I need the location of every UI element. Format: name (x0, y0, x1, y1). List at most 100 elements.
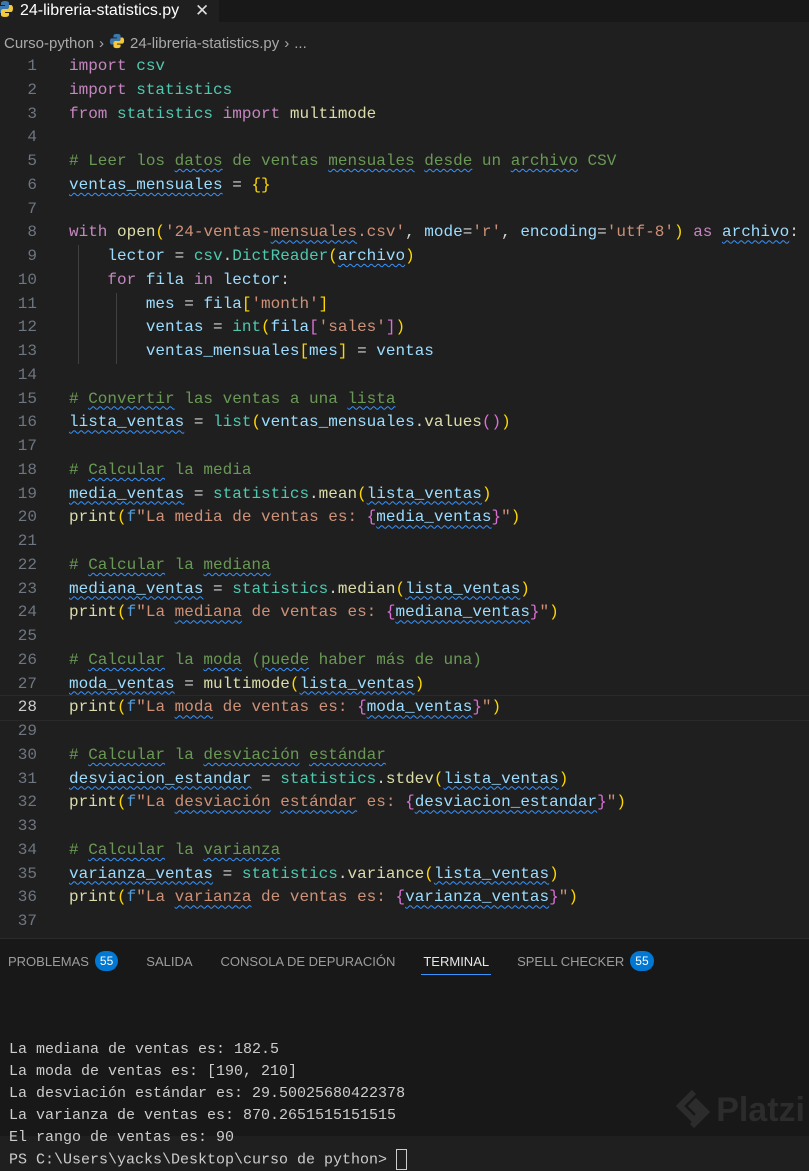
code-line[interactable]: 34 # Calcular la varianza (0, 839, 809, 863)
code-token: print (69, 888, 118, 907)
code-token: CSV (577, 152, 617, 170)
breadcrumb-more[interactable]: ... (294, 35, 307, 52)
code-token: ] (318, 294, 329, 313)
terminal-output[interactable]: La mediana de ventas es: 182.5 La moda de… (0, 983, 809, 1171)
code-line[interactable]: 8 with open('24-ventas-mensuales.csv', mo… (0, 221, 809, 245)
line-number: 37 (17, 912, 37, 930)
code-line[interactable]: 9 lector = csv.DictReader(archivo) (0, 245, 809, 269)
code-line[interactable]: 3 from statistics import multimode (0, 103, 809, 127)
code-token: ] (385, 318, 396, 337)
code-token: varianza (203, 840, 281, 859)
panel-tab-salida[interactable]: SALIDA (146, 939, 192, 983)
code-token: lista_ventas (443, 769, 559, 788)
code-text: import statistics (69, 79, 232, 103)
code-token: moda_ventas (69, 674, 175, 693)
code-line[interactable]: 24 print(f"La mediana de ventas es: {medi… (0, 601, 809, 625)
code-line[interactable]: 11 mes = fila['month'] (0, 292, 809, 317)
code-token: un (472, 152, 511, 170)
code-token: # (69, 555, 89, 574)
code-line[interactable]: 27 moda_ventas = multimode(lista_ventas) (0, 673, 809, 697)
code-line[interactable]: 2 import statistics (0, 79, 809, 103)
code-text: lector = csv.DictReader(archivo) (69, 245, 414, 269)
terminal-prompt[interactable]: PS C:\Users\yacks\Desktop\curso de pytho… (9, 1149, 809, 1171)
editor-tab[interactable]: 24-libreria-statistics.py ✕ (0, 0, 219, 22)
code-editor[interactable]: 1 import csv 2 import statistics 3 from stati… (0, 55, 809, 934)
code-line[interactable]: 18 # Calcular la media (0, 459, 809, 483)
code-line[interactable]: 25 (0, 625, 809, 649)
code-token: from (69, 104, 108, 123)
code-line[interactable]: 14 (0, 364, 809, 388)
code-line[interactable]: 19 media_ventas = statistics.mean(lista_v… (0, 483, 809, 507)
code-text: # Leer los datos de ventas mensuales des… (69, 150, 616, 174)
code-token: ( (117, 508, 127, 527)
panel-tab-consola-de-depuración[interactable]: CONSOLA DE DEPURACIÓN (221, 939, 396, 983)
code-token: estándar (280, 793, 358, 812)
code-line[interactable]: 13 ventas_mensuales[mes] = ventas (0, 340, 809, 364)
code-line[interactable]: 4 (0, 126, 809, 150)
code-line[interactable]: 1 import csv (0, 55, 809, 79)
code-line[interactable]: 31 desviacion_estandar = statistics.stdev… (0, 768, 809, 792)
code-token: media_ventas (69, 484, 185, 503)
code-token: ) (510, 508, 521, 527)
close-icon[interactable]: ✕ (195, 1, 209, 21)
code-line[interactable]: 26 # Calcular la moda (puede haber más de… (0, 649, 809, 673)
code-line[interactable]: 17 (0, 435, 809, 459)
panel-tab-terminal[interactable]: TERMINAL (421, 939, 491, 983)
code-token: # Leer los (69, 152, 175, 170)
code-line[interactable]: 5 # Leer los datos de ventas mensuales de… (0, 150, 809, 174)
code-token: import (69, 80, 127, 99)
indent-guide (78, 340, 79, 364)
code-line[interactable]: 32 print(f"La desviación estándar es: {de… (0, 791, 809, 815)
code-token: la media (165, 460, 252, 479)
code-token: stdev (385, 769, 434, 788)
code-token: lista (347, 389, 396, 408)
panel-tab-spell-checker[interactable]: SPELL CHECKER 55 (517, 939, 654, 983)
code-token: # (69, 389, 89, 408)
code-token: # (69, 840, 89, 859)
code-line[interactable]: 33 (0, 815, 809, 839)
code-line[interactable]: 12 ventas = int(fila['sales']) (0, 316, 809, 340)
code-text: # Calcular la desviación estándar (69, 744, 386, 768)
breadcrumb-folder[interactable]: Curso-python (4, 35, 94, 52)
code-line[interactable]: 21 (0, 530, 809, 554)
code-token: lista_ventas (299, 674, 415, 693)
code-text: for fila in lector: (69, 269, 289, 293)
code-token: "La media de ventas es: (136, 508, 367, 527)
code-line[interactable]: 30 # Calcular la desviación estándar (0, 744, 809, 768)
code-token: Calcular (88, 555, 166, 574)
code-line[interactable]: 20 print(f"La media de ventas es: {media_… (0, 506, 809, 530)
code-line[interactable]: 29 (0, 720, 809, 744)
code-line[interactable]: 10 for fila in lector: (0, 268, 809, 293)
code-text: # Calcular la moda (puede haber más de u… (69, 649, 482, 673)
code-line[interactable]: 28 print(f"La moda de ventas es: {moda_ve… (0, 695, 809, 721)
code-token: ) (520, 579, 530, 598)
code-text: mediana_ventas = statistics.median(lista… (69, 578, 530, 602)
code-line[interactable]: 22 # Calcular la mediana (0, 554, 809, 578)
line-number: 3 (27, 104, 37, 123)
code-token: ) (568, 888, 578, 907)
code-token: import (222, 104, 281, 123)
code-line[interactable]: 16 lista_ventas = list(ventas_mensuales.v… (0, 411, 809, 435)
code-token: archivo (722, 223, 790, 242)
terminal-line: La moda de ventas es: [190, 210] (9, 1063, 298, 1080)
code-text: print(f"La mediana de ventas es: {median… (69, 601, 559, 625)
code-line[interactable]: 36 print(f"La varianza de ventas es: {var… (0, 886, 809, 910)
code-line[interactable]: 23 mediana_ventas = statistics.median(lis… (0, 578, 809, 602)
code-line[interactable]: 35 varianza_ventas = statistics.variance(… (0, 863, 809, 887)
panel-tab-problemas[interactable]: PROBLEMAS 55 (8, 939, 119, 983)
code-token: mensuales (328, 152, 415, 170)
code-line[interactable]: 37 (0, 910, 809, 934)
code-line[interactable]: 15 # Convertir las ventas a una lista (0, 388, 809, 412)
code-line[interactable]: 6 ventas_mensuales = {} (0, 174, 809, 198)
code-token: ventas_mensuales (145, 342, 300, 360)
code-line[interactable]: 7 (0, 198, 809, 222)
code-token: ) (491, 698, 502, 717)
line-number: 9 (27, 247, 37, 265)
line-number: 14 (17, 365, 37, 384)
breadcrumb-file[interactable]: 24-libreria-statistics.py (130, 35, 279, 52)
